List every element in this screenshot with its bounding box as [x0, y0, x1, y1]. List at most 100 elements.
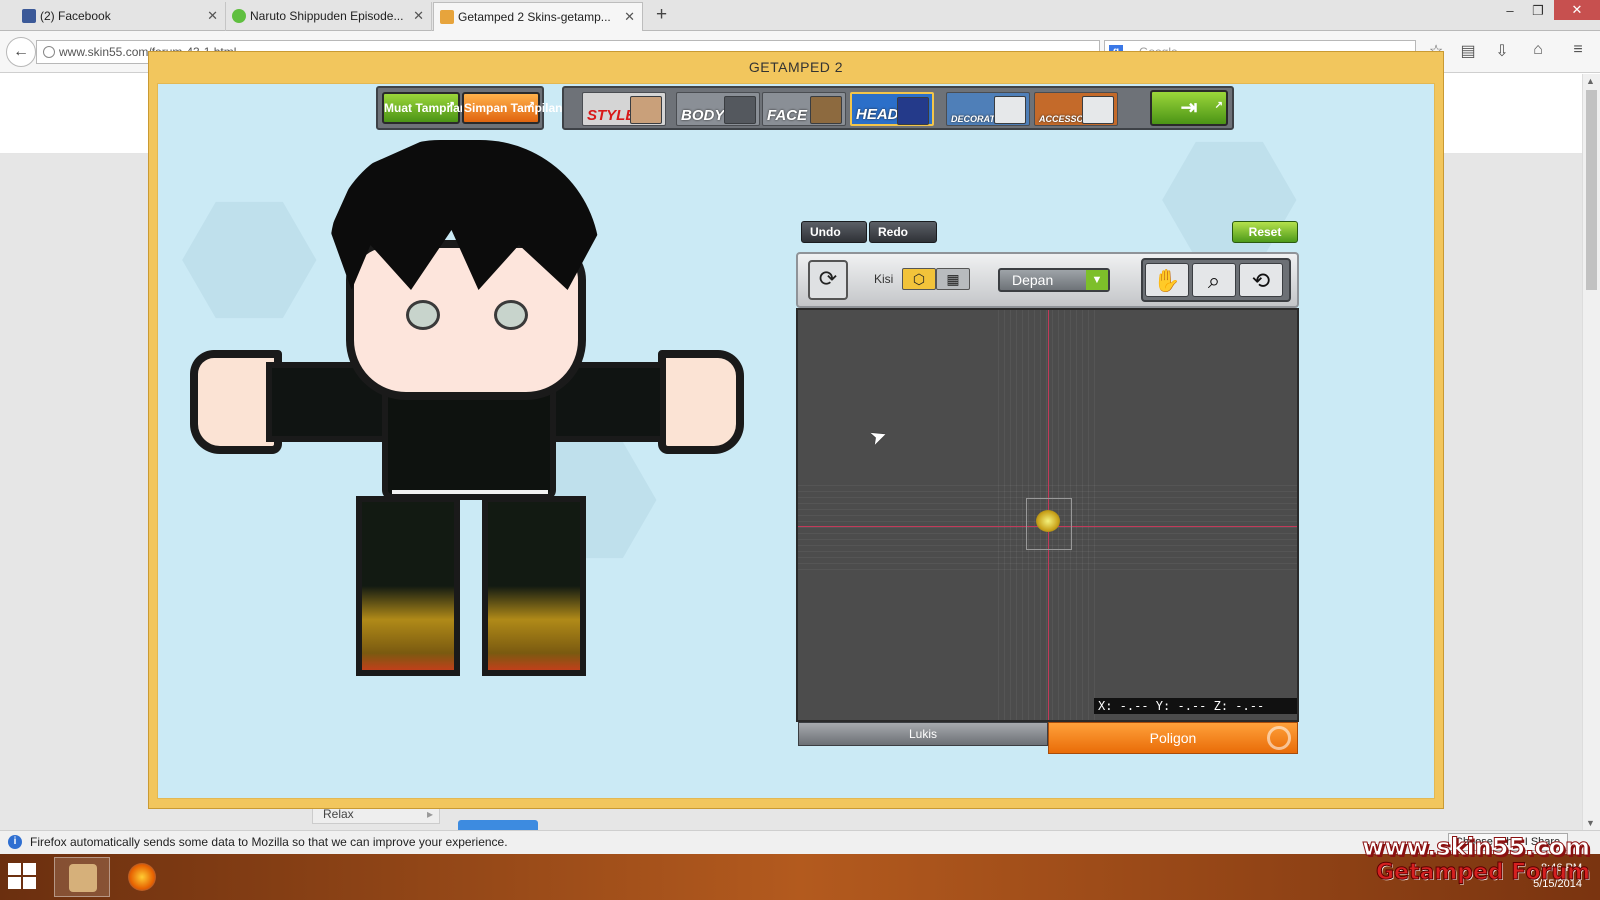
right-leg	[482, 496, 586, 676]
exit-button[interactable]: ⇥ ↗	[1150, 90, 1228, 126]
tab-title: Getamped 2 Skins-getamp...	[458, 10, 611, 24]
page-scrollbar[interactable]: ▲ ▼	[1582, 74, 1600, 830]
character-preview	[188, 140, 748, 680]
category-head-label: HEAD	[856, 106, 899, 123]
hex-grid-icon: ⬡	[912, 271, 926, 287]
tab-facebook[interactable]: (2) Facebook ✕	[16, 2, 226, 31]
zoom-tool-button[interactable]: ⌕	[1192, 263, 1236, 297]
body-icon	[724, 96, 756, 124]
exit-icon: ⇥	[1180, 97, 1198, 119]
style-portrait-icon	[630, 96, 662, 124]
corner-arrow-icon: ↗	[1214, 100, 1223, 111]
modal-title: GETAMPED 2	[748, 59, 844, 75]
watermark-url: www.skin55.com	[1362, 833, 1591, 861]
scrollbar-thumb[interactable]	[1586, 90, 1597, 290]
tab-title: (2) Facebook	[40, 9, 111, 23]
hex-grid-button[interactable]: ⬡	[902, 268, 936, 290]
save-look-button[interactable]: Simpan Tampilan ↗	[462, 92, 562, 124]
tab-poligon-label: Poligon	[1149, 730, 1197, 746]
save-look-label: Simpan Tampilan	[464, 101, 563, 115]
left-eye	[406, 300, 440, 330]
tab-poligon[interactable]: Poligon	[1048, 722, 1298, 754]
home-icon[interactable]: ⌂	[1526, 41, 1550, 59]
close-icon[interactable]: ✕	[413, 2, 424, 30]
windows-start-icon[interactable]	[8, 863, 38, 891]
tab-naruto[interactable]: Naruto Shippuden Episode... ✕	[226, 2, 432, 31]
category-decoration-button[interactable]: DECORATION	[946, 92, 1030, 126]
reading-list-icon[interactable]: ▤	[1456, 41, 1480, 61]
grid-label: Kisi	[874, 272, 894, 286]
magnifier-icon: ⌕	[1207, 268, 1221, 293]
info-icon: i	[8, 835, 22, 849]
menu-icon[interactable]: ≡	[1566, 41, 1590, 59]
view-tools-group: ✋ ⌕ ⟲	[1141, 258, 1291, 302]
category-face-label: FACE	[767, 107, 808, 124]
coordinate-readout: X: -.-- Y: -.-- Z: -.--	[1094, 698, 1297, 714]
head-icon	[897, 97, 929, 125]
browser-tab-bar: (2) Facebook ✕ Naruto Shippuden Episode.…	[0, 0, 1600, 31]
firefox-icon	[128, 863, 156, 891]
corner-arrow-icon: ↗	[446, 100, 455, 111]
tab-getamped[interactable]: Getamped 2 Skins-getamp... ✕	[433, 2, 643, 31]
new-tab-button[interactable]: +	[656, 4, 667, 26]
relax-label: Relax	[323, 807, 354, 821]
game-modal: GETAMPED 2 ⬢ ⬢ ⬢ ⬢ Muat Tampilan ↗ Simpa…	[148, 51, 1444, 809]
category-style-button[interactable]: STYLE	[582, 92, 666, 126]
rotate-icon: ⟳	[818, 266, 838, 291]
editor-canvas[interactable]: ➤ X: -.-- Y: -.-- Z: -.--	[796, 308, 1299, 722]
right-eye	[494, 300, 528, 330]
load-save-group: Muat Tampilan ↗ Simpan Tampilan ↗	[376, 86, 562, 130]
rotate-view-button[interactable]: ⟳	[808, 260, 848, 300]
getamped-app-icon	[69, 864, 97, 892]
corner-arrow-icon: ↗	[526, 100, 535, 111]
windows-taskbar: 8:46 PM 5/15/2014	[0, 854, 1600, 900]
watermark-forum: Getamped Forum	[1375, 860, 1590, 886]
minimize-button[interactable]: –	[1496, 2, 1524, 20]
notification-bar: i Firefox automatically sends some data …	[0, 830, 1600, 854]
maximize-button[interactable]: ❐	[1524, 2, 1552, 20]
camera-reset-button[interactable]: ⟲	[1239, 263, 1283, 297]
category-body-label: BODY	[681, 107, 725, 124]
load-look-button[interactable]: Muat Tampilan ↗	[382, 92, 467, 124]
scroll-down-icon[interactable]: ▼	[1586, 818, 1595, 828]
left-leg	[356, 496, 460, 676]
editor-toolbar: ⟳ Kisi ⬡ ▦ Depan ▼ ✋ ⌕ ⟲	[796, 252, 1299, 308]
reset-button[interactable]: Reset	[1232, 221, 1298, 243]
category-group: STYLE BODY FACE HEAD DECORATION ACCESSOR…	[562, 86, 1234, 130]
scroll-up-icon[interactable]: ▲	[1586, 76, 1595, 86]
window-close-button[interactable]: ✕	[1554, 0, 1600, 20]
back-button[interactable]: ←	[6, 37, 36, 67]
category-accessory-button[interactable]: ACCESSORY	[1034, 92, 1118, 126]
category-body-button[interactable]: BODY	[676, 92, 760, 126]
ring-icon	[1267, 726, 1291, 750]
tab-lukis[interactable]: Lukis	[798, 722, 1048, 746]
undo-button[interactable]: Undo	[801, 221, 867, 243]
page-blue-button[interactable]	[458, 820, 538, 830]
tab-title: Naruto Shippuden Episode...	[250, 9, 404, 23]
decoration-slot-icon	[994, 96, 1026, 124]
category-face-button[interactable]: FACE	[762, 92, 846, 126]
hand-icon: ✋	[1153, 268, 1181, 293]
redo-button[interactable]: Redo	[869, 221, 937, 243]
head-model-preview[interactable]	[1036, 510, 1060, 532]
view-dropdown[interactable]: Depan ▼	[998, 268, 1110, 292]
close-icon[interactable]: ✕	[624, 3, 635, 31]
category-style-label: STYLE	[587, 107, 636, 124]
getamped-favicon-icon	[440, 10, 454, 24]
download-icon[interactable]: ⇩	[1490, 41, 1514, 61]
view-dropdown-value: Depan	[1012, 272, 1054, 288]
right-hand	[658, 350, 744, 454]
face-icon	[810, 96, 842, 124]
square-grid-button[interactable]: ▦	[936, 268, 970, 290]
notification-message: Firefox automatically sends some data to…	[30, 835, 508, 849]
taskbar-app-firefox[interactable]	[114, 857, 170, 897]
mouse-cursor-icon: ➤	[866, 423, 891, 451]
close-icon[interactable]: ✕	[207, 2, 218, 30]
camera-rotate-icon: ⟲	[1251, 268, 1271, 293]
accessory-slot-icon	[1082, 96, 1114, 124]
category-head-button[interactable]: HEAD	[850, 92, 934, 126]
belt	[392, 490, 548, 494]
taskbar-app-getamped[interactable]	[54, 857, 110, 897]
game-stage: ⬢ ⬢ ⬢ ⬢ Muat Tampilan ↗ Simpan Tampilan …	[157, 83, 1435, 799]
pan-tool-button[interactable]: ✋	[1145, 263, 1189, 297]
